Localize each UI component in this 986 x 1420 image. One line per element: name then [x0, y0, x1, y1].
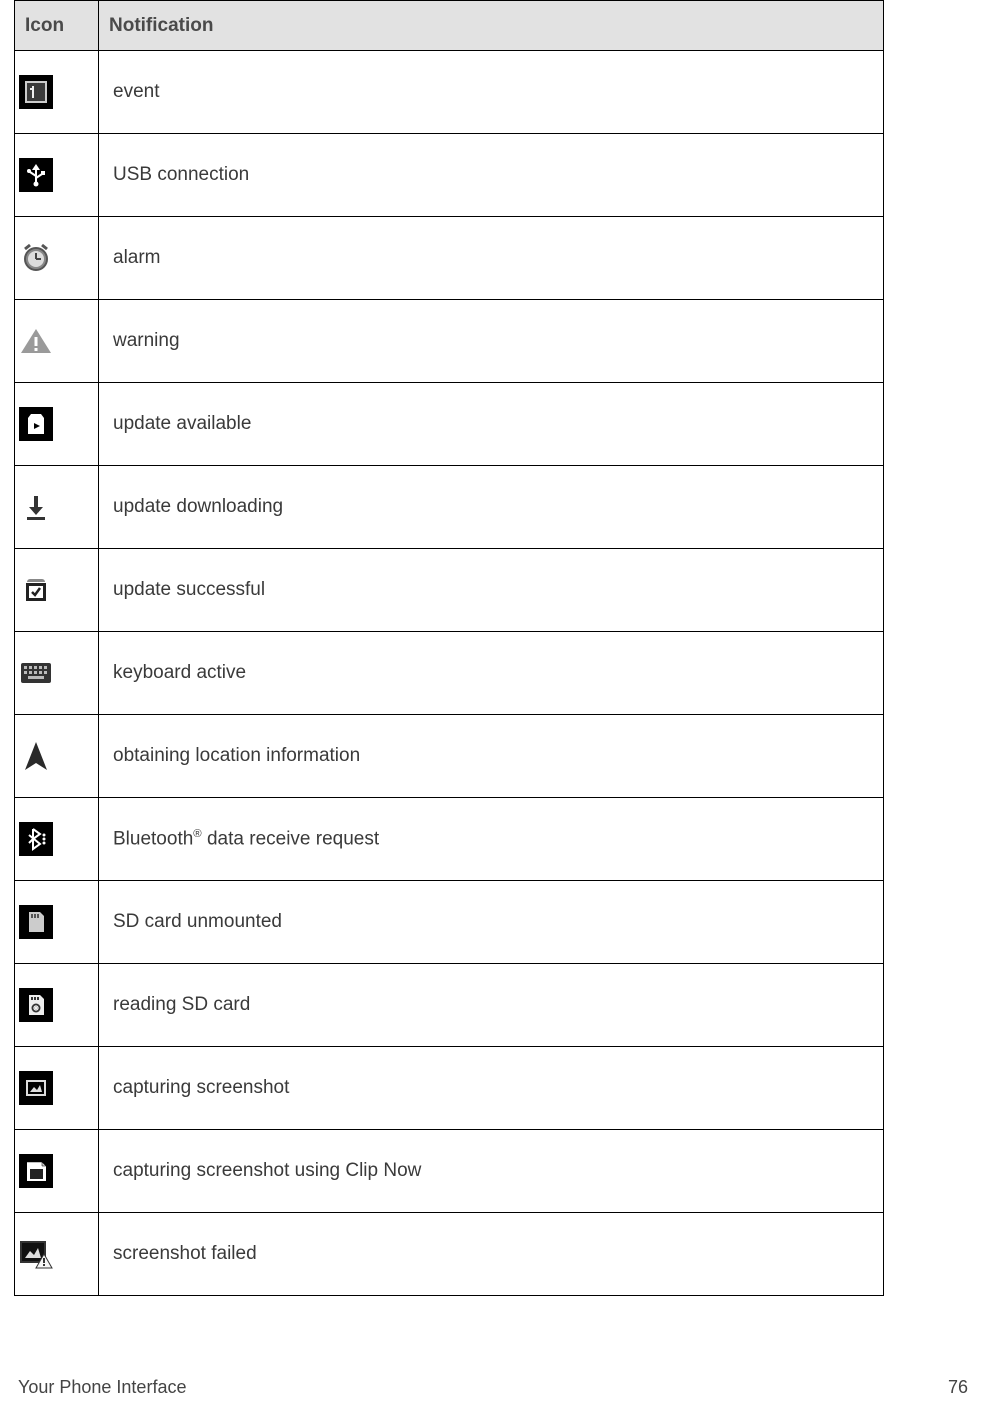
icon-cell [15, 549, 99, 632]
notification-label: warning [99, 300, 884, 383]
table-row: alarm [15, 217, 884, 300]
update-downloading-icon [19, 490, 53, 524]
page-footer: Your Phone Interface 76 [18, 1377, 968, 1398]
update-available-icon [19, 407, 53, 441]
table-row: keyboard active [15, 632, 884, 715]
table-row: capturing screenshot using Clip Now [15, 1130, 884, 1213]
table-row: reading SD card [15, 964, 884, 1047]
table-row: Bluetooth® data receive request [15, 798, 884, 881]
table-row: screenshot failed [15, 1213, 884, 1296]
icon-cell [15, 51, 99, 134]
notification-label: screenshot failed [99, 1213, 884, 1296]
table-header-row: Icon Notification [15, 1, 884, 51]
update-successful-icon [19, 573, 53, 607]
icon-cell [15, 881, 99, 964]
location-icon [19, 739, 53, 773]
notification-label: update successful [99, 549, 884, 632]
alarm-icon [19, 241, 53, 275]
icon-cell [15, 715, 99, 798]
event-icon [19, 75, 53, 109]
table-row: event [15, 51, 884, 134]
header-icon: Icon [15, 1, 99, 51]
icon-cell [15, 798, 99, 881]
table-row: warning [15, 300, 884, 383]
notification-label: alarm [99, 217, 884, 300]
notification-icons-table: Icon Notification eventUSB connectionala… [14, 0, 884, 1296]
usb-icon [19, 158, 53, 192]
icon-cell [15, 632, 99, 715]
notification-label: capturing screenshot [99, 1047, 884, 1130]
icon-cell [15, 1047, 99, 1130]
table-row: obtaining location information [15, 715, 884, 798]
icon-cell [15, 300, 99, 383]
table-row: update available [15, 383, 884, 466]
icon-cell [15, 466, 99, 549]
notification-label: update downloading [99, 466, 884, 549]
table-row: USB connection [15, 134, 884, 217]
table-row: capturing screenshot [15, 1047, 884, 1130]
screenshot-failed-icon [19, 1237, 53, 1271]
warning-icon [19, 324, 53, 358]
notification-label: Bluetooth® data receive request [99, 798, 884, 881]
sd-unmounted-icon [19, 905, 53, 939]
notification-label: obtaining location information [99, 715, 884, 798]
notification-label: USB connection [99, 134, 884, 217]
table-row: update successful [15, 549, 884, 632]
icon-cell [15, 383, 99, 466]
screenshot-icon [19, 1071, 53, 1105]
notification-label: event [99, 51, 884, 134]
keyboard-active-icon [19, 656, 53, 690]
icon-cell [15, 964, 99, 1047]
icon-cell [15, 1213, 99, 1296]
header-notification: Notification [99, 1, 884, 51]
bluetooth-receive-icon [19, 822, 53, 856]
notification-label: SD card unmounted [99, 881, 884, 964]
icon-cell [15, 217, 99, 300]
table-row: SD card unmounted [15, 881, 884, 964]
notification-label: keyboard active [99, 632, 884, 715]
notification-label: update available [99, 383, 884, 466]
footer-section: Your Phone Interface [18, 1377, 186, 1398]
clip-now-icon [19, 1154, 53, 1188]
icon-cell [15, 1130, 99, 1213]
notification-label: reading SD card [99, 964, 884, 1047]
icon-cell [15, 134, 99, 217]
notification-label: capturing screenshot using Clip Now [99, 1130, 884, 1213]
table-row: update downloading [15, 466, 884, 549]
sd-reading-icon [19, 988, 53, 1022]
footer-page: 76 [948, 1377, 968, 1398]
